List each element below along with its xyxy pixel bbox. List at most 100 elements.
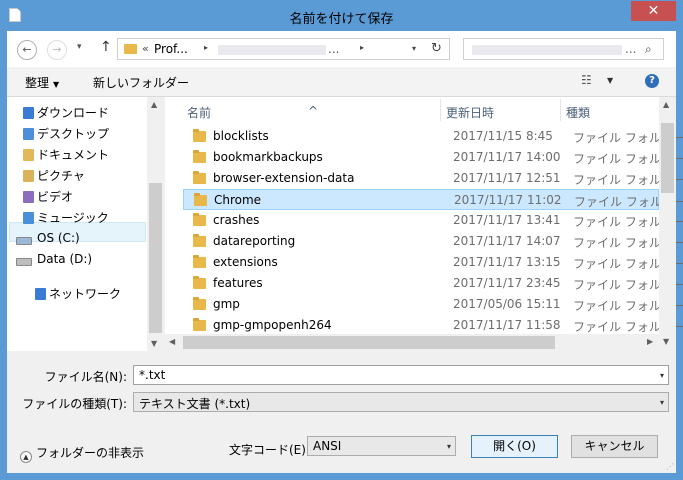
folder-icon — [193, 276, 206, 289]
address-dropdown-icon[interactable]: ▾ — [412, 44, 416, 53]
redacted-path — [218, 45, 326, 55]
title-bar[interactable]: 名前を付けて保存 ✕ — [0, 0, 683, 31]
address-bar[interactable]: « Prof... ▸ ... ▸ ▾ ↻ — [117, 38, 450, 60]
nav-item-label: Data (D:) — [37, 252, 93, 266]
folder-icon — [124, 44, 137, 54]
chevron-right-icon[interactable]: ▸ — [360, 43, 364, 52]
scroll-right-icon[interactable]: ▶ — [647, 337, 653, 346]
column-header-name[interactable]: 名前 — [187, 104, 211, 121]
file-row[interactable]: bookmarkbackups 2017/11/17 14:00 ファイル フォルダ… — [183, 147, 683, 168]
folder-icon — [193, 234, 206, 247]
up-folder-icon[interactable]: ↑ — [100, 39, 112, 55]
file-row[interactable]: browser-extension-data 2017/11/17 12:51 ファ… — [183, 168, 683, 189]
column-header-date[interactable]: 更新日時 — [446, 104, 494, 121]
file-date: 2017/11/15 8:45 — [453, 129, 553, 143]
file-date: 2017/11/17 12:51 — [453, 171, 561, 185]
folder-icon — [193, 297, 206, 310]
resize-grip-icon[interactable]: ⋰ — [666, 462, 674, 471]
breadcrumb-overflow[interactable]: « — [142, 42, 149, 55]
file-vertical-scrollbar[interactable]: ▲ — [659, 97, 676, 334]
search-ellipsis: ... — [625, 42, 637, 56]
window-title: 名前を付けて保存 — [289, 12, 394, 27]
nav-item-videos[interactable]: ビデオ — [23, 188, 74, 208]
nav-item-documents[interactable]: ドキュメント — [23, 146, 110, 166]
horizontal-scroll-thumb[interactable] — [183, 336, 555, 349]
chevron-down-icon[interactable]: ▾ — [447, 442, 451, 451]
help-icon[interactable]: ? — [645, 74, 659, 88]
organize-menu[interactable]: 整理 ▼ — [25, 74, 59, 91]
filetype-value: テキスト文書 (*.txt) — [139, 397, 251, 411]
new-folder-button[interactable]: 新しいフォルダー — [93, 74, 189, 91]
recent-locations-dropdown-icon[interactable]: ▾ — [77, 42, 82, 52]
nav-item-downloads[interactable]: ダウンロード — [23, 104, 110, 124]
nav-item-label: ドキュメント — [37, 148, 110, 162]
chevron-down-icon[interactable]: ▾ — [660, 398, 664, 407]
search-icon[interactable]: ⌕ — [645, 42, 652, 57]
refresh-icon[interactable]: ↻ — [431, 41, 442, 56]
cancel-button[interactable]: キャンセル — [571, 435, 658, 458]
scroll-down-icon[interactable]: ▼ — [663, 337, 669, 346]
nav-item-desktop[interactable]: デスクトップ — [23, 125, 110, 145]
filename-label: ファイル名(N): — [44, 370, 127, 384]
navigation-bar: ← → ▾ ↑ « Prof... ▸ ... ▸ ▾ ↻ ... ⌕ — [7, 31, 676, 67]
view-caret-icon[interactable]: ▼ — [607, 76, 613, 85]
nav-item-drive-c[interactable]: OS (C:) — [16, 231, 80, 251]
back-arrow-icon[interactable]: ← — [17, 40, 37, 60]
chevron-right-icon[interactable]: ▸ — [204, 43, 208, 52]
hide-folders-toggle[interactable]: ▲ フォルダーの非表示 — [20, 444, 144, 463]
nav-item-label: ダウンロード — [37, 106, 110, 120]
file-row[interactable]: crashes 2017/11/17 13:41 ファイル フォルダー — [183, 210, 683, 231]
scroll-up-icon[interactable]: ▲ — [151, 100, 157, 109]
folder-icon — [193, 129, 206, 142]
file-row[interactable]: Chrome 2017/11/17 11:02 ファイル フォルダー — [183, 189, 683, 210]
organize-label: 整理 — [25, 76, 50, 90]
file-name: blocklists — [213, 129, 269, 143]
chevron-down-icon[interactable]: ▾ — [660, 371, 664, 380]
open-button[interactable]: 開く(O) — [471, 435, 558, 458]
breadcrumb-segment[interactable]: Prof... — [154, 42, 188, 56]
nav-item-label: ビデオ — [37, 190, 74, 204]
file-row[interactable]: gmp 2017/05/06 15:11 ファイル フォルダー — [183, 294, 683, 315]
nav-item-label: ネットワーク — [49, 287, 122, 301]
file-row[interactable]: gmp-gmpopenh264 2017/11/17 11:58 ファイル フォルダ… — [183, 315, 683, 336]
nav-scrollbar[interactable]: ▲ ▼ — [147, 97, 164, 351]
filename-input[interactable]: *.txt ▾ — [133, 365, 669, 385]
nav-item-label: ミュージック — [37, 211, 109, 225]
navigation-pane: ダウンロード デスクトップ ドキュメント ピクチャビデオミュージック OS (C:) Da… — [7, 97, 164, 351]
nav-item-label: ピクチャ — [37, 169, 85, 183]
close-button[interactable]: ✕ — [631, 1, 676, 21]
save-as-dialog: 名前を付けて保存 ✕ ← → ▾ ↑ « Prof... ▸ ... ▸ ▾ ↻ — [0, 0, 683, 480]
drive-d-icon — [16, 258, 32, 266]
scroll-left-icon[interactable]: ◀ — [169, 337, 175, 346]
file-name: crashes — [213, 213, 260, 227]
scroll-up-icon[interactable]: ▲ — [663, 100, 669, 109]
file-date: 2017/11/17 23:45 — [453, 276, 561, 290]
column-divider[interactable] — [440, 99, 441, 121]
file-row[interactable]: extensions 2017/11/17 13:15 ファイル フォルダー — [183, 252, 683, 273]
videos-icon — [23, 191, 34, 203]
file-row[interactable]: features 2017/11/17 23:45 ファイル フォルダー — [183, 273, 683, 294]
file-name: features — [213, 276, 263, 290]
file-row[interactable]: datareporting 2017/11/17 14:07 ファイル フォルダー — [183, 231, 683, 252]
file-row[interactable]: blocklists 2017/11/15 8:45 ファイル フォルダー — [183, 126, 683, 147]
nav-item-label: デスクトップ — [37, 127, 110, 141]
nav-item-label: OS (C:) — [37, 231, 80, 245]
encoding-select[interactable]: ANSI ▾ — [307, 436, 456, 456]
nav-item-pictures[interactable]: ピクチャ — [23, 167, 85, 187]
view-options-icon[interactable]: ☷ — [581, 73, 592, 87]
file-date: 2017/11/17 13:41 — [453, 213, 561, 227]
breadcrumb-ellipsis: ... — [328, 42, 340, 56]
nav-scroll-thumb[interactable] — [149, 183, 162, 333]
column-divider[interactable] — [560, 99, 561, 121]
filetype-select[interactable]: テキスト文書 (*.txt) ▾ — [133, 392, 669, 412]
nav-item-music[interactable]: ミュージック — [23, 209, 109, 229]
file-horizontal-scrollbar[interactable]: ◀ ▶ — [165, 334, 659, 351]
redacted-search-text — [472, 45, 622, 55]
column-header-type[interactable]: 種類 — [566, 104, 590, 121]
vertical-scroll-thumb[interactable] — [661, 123, 674, 193]
search-box[interactable]: ... ⌕ — [463, 38, 664, 60]
nav-item-drive-d[interactable]: Data (D:) — [16, 252, 93, 272]
nav-item-network[interactable]: ネットワーク — [35, 285, 122, 305]
scroll-down-icon[interactable]: ▼ — [151, 339, 157, 348]
forward-arrow-icon[interactable]: → — [47, 40, 67, 60]
